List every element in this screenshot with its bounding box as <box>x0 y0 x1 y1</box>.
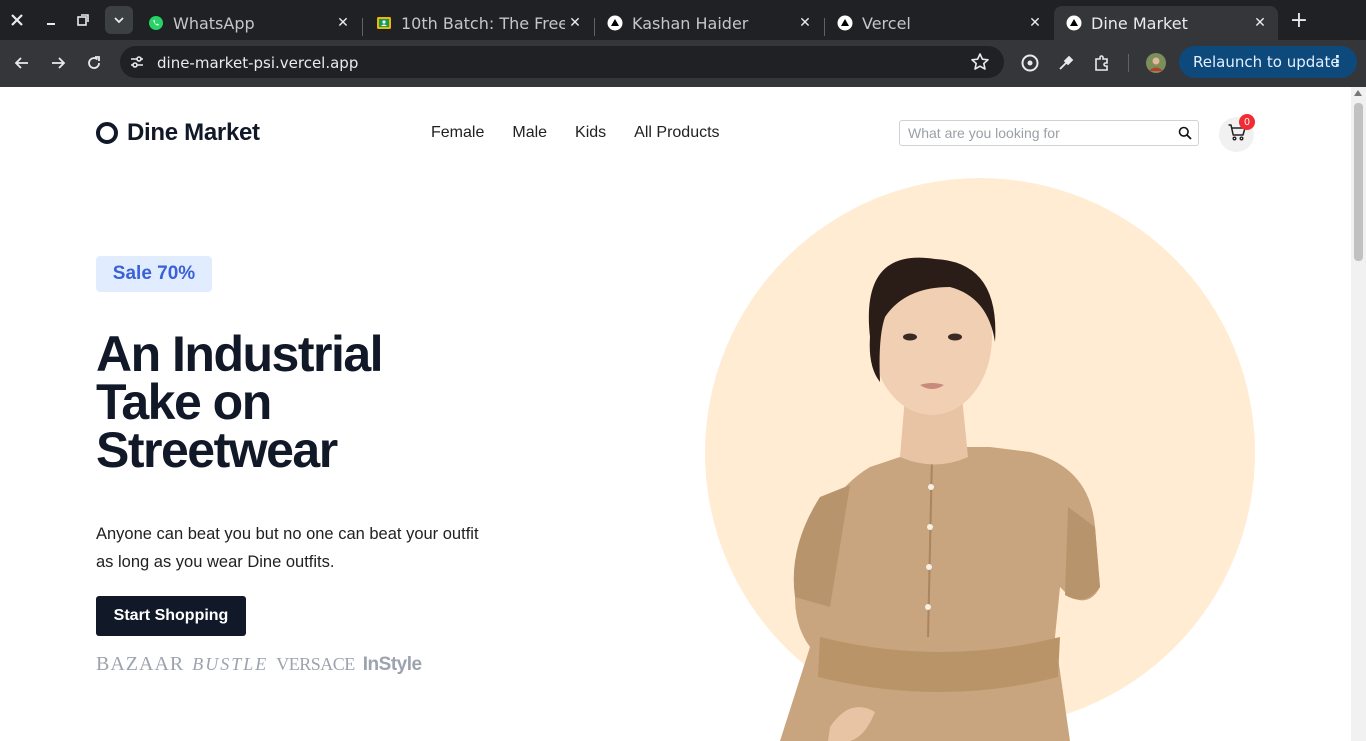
eyedropper-icon[interactable] <box>1053 50 1079 76</box>
headline-line: An Industrial <box>96 326 384 382</box>
url-text: dine-market-psi.vercel.app <box>157 54 359 72</box>
subtext-line: as long as you wear Dine outfits. <box>96 553 335 571</box>
toolbar-divider <box>1128 54 1129 72</box>
brand-logos: BAZAAR BUSTLE VERSACE InStyle <box>96 653 422 676</box>
tab-vercel[interactable]: Vercel ✕ <box>825 6 1053 40</box>
vercel-icon <box>607 15 623 31</box>
eye-shape <box>903 333 917 341</box>
search-box <box>899 120 1199 146</box>
brand-logo-instyle: InStyle <box>362 653 422 675</box>
start-shopping-button[interactable]: Start Shopping <box>96 596 246 636</box>
profile-avatar[interactable] <box>1143 50 1169 76</box>
close-tab-icon[interactable]: ✕ <box>1025 15 1045 31</box>
close-window-icon[interactable] <box>3 6 31 34</box>
brand-logo-versace: VERSACE <box>276 654 355 674</box>
nav-link-female[interactable]: Female <box>431 124 484 142</box>
tab-separator <box>362 18 363 36</box>
cart-count-badge: 0 <box>1239 114 1255 130</box>
cart-button[interactable]: 0 <box>1219 114 1255 152</box>
close-tab-icon[interactable]: ✕ <box>1250 15 1270 31</box>
tab-kashan-haider[interactable]: Kashan Haider ✕ <box>595 6 823 40</box>
brand-logo-bustle: BUSTLE <box>192 654 269 674</box>
tab-whatsapp[interactable]: WhatsApp ✕ <box>136 6 361 40</box>
nav-link-all-products[interactable]: All Products <box>634 124 719 142</box>
tab-search-chevron-down-icon[interactable] <box>105 6 133 34</box>
browser-toolbar: dine-market-psi.vercel.app Relaunch to u… <box>0 40 1366 87</box>
brand-logo-bazaar: BAZAAR <box>96 653 185 675</box>
search-input[interactable] <box>900 121 1170 145</box>
tab-dine-market[interactable]: Dine Market ✕ <box>1054 6 1278 40</box>
hero-model-image <box>705 178 1255 741</box>
logo-text: Dine Market <box>127 119 260 146</box>
tab-title: WhatsApp <box>173 13 255 33</box>
back-arrow-icon[interactable] <box>9 50 35 76</box>
dress-button <box>927 524 933 530</box>
reload-icon[interactable] <box>81 50 107 76</box>
kebab-menu-icon[interactable]: ⋮ <box>1330 52 1345 70</box>
relaunch-to-update-button[interactable]: Relaunch to update ⋮ <box>1179 46 1357 78</box>
browser-tab-strip: WhatsApp ✕ 10th Batch: The Free ✕ Kashan… <box>0 0 1366 40</box>
whatsapp-icon <box>148 15 164 31</box>
puzzle-extensions-icon[interactable] <box>1089 50 1115 76</box>
scroll-up-arrow-icon[interactable] <box>1354 90 1362 96</box>
vercel-icon <box>1066 15 1082 31</box>
minimize-window-icon[interactable] <box>37 6 65 34</box>
classroom-icon <box>376 15 392 31</box>
eye-shape <box>948 333 962 341</box>
close-tab-icon[interactable]: ✕ <box>565 15 585 31</box>
forward-arrow-icon[interactable] <box>45 50 71 76</box>
page-scrollbar[interactable] <box>1351 87 1366 741</box>
close-tab-icon[interactable]: ✕ <box>333 15 353 31</box>
address-bar[interactable]: dine-market-psi.vercel.app <box>120 46 1004 78</box>
page-viewport: Dine Market Female Male Kids All Product… <box>0 87 1351 741</box>
close-tab-icon[interactable]: ✕ <box>795 15 815 31</box>
site-logo[interactable]: Dine Market <box>96 119 260 147</box>
extension-circle-icon[interactable] <box>1017 50 1043 76</box>
dress-button <box>926 564 932 570</box>
hero-subtext: Anyone can beat you but no one can beat … <box>96 520 516 576</box>
dress-button <box>928 484 934 490</box>
hero-headline: An Industrial Take on Streetwear <box>96 326 516 478</box>
tab-title: Vercel <box>862 13 911 33</box>
relaunch-label: Relaunch to update <box>1193 53 1340 71</box>
vercel-icon <box>837 15 853 31</box>
dress-button <box>925 604 931 610</box>
logo-ring-icon <box>96 122 118 144</box>
tab-10th-batch[interactable]: 10th Batch: The Free ✕ <box>364 6 593 40</box>
site-settings-icon[interactable] <box>129 54 145 75</box>
restore-window-icon[interactable] <box>69 6 97 34</box>
scrollbar-thumb[interactable] <box>1354 103 1363 261</box>
headline-line: Take on <box>96 374 272 430</box>
tab-title: 10th Batch: The Free <box>401 13 565 33</box>
subtext-line: Anyone can beat you but no one can beat … <box>96 525 479 543</box>
bookmark-star-icon[interactable] <box>970 52 990 77</box>
search-icon[interactable] <box>1178 126 1192 145</box>
new-tab-plus-icon[interactable]: + <box>1287 6 1311 34</box>
main-nav: Female Male Kids All Products <box>431 124 720 142</box>
tab-title: Kashan Haider <box>632 13 749 33</box>
tab-title: Dine Market <box>1091 13 1188 33</box>
headline-line: Streetwear <box>96 422 338 478</box>
sale-badge: Sale 70% <box>96 256 212 292</box>
nav-link-male[interactable]: Male <box>512 124 547 142</box>
nav-link-kids[interactable]: Kids <box>575 124 606 142</box>
